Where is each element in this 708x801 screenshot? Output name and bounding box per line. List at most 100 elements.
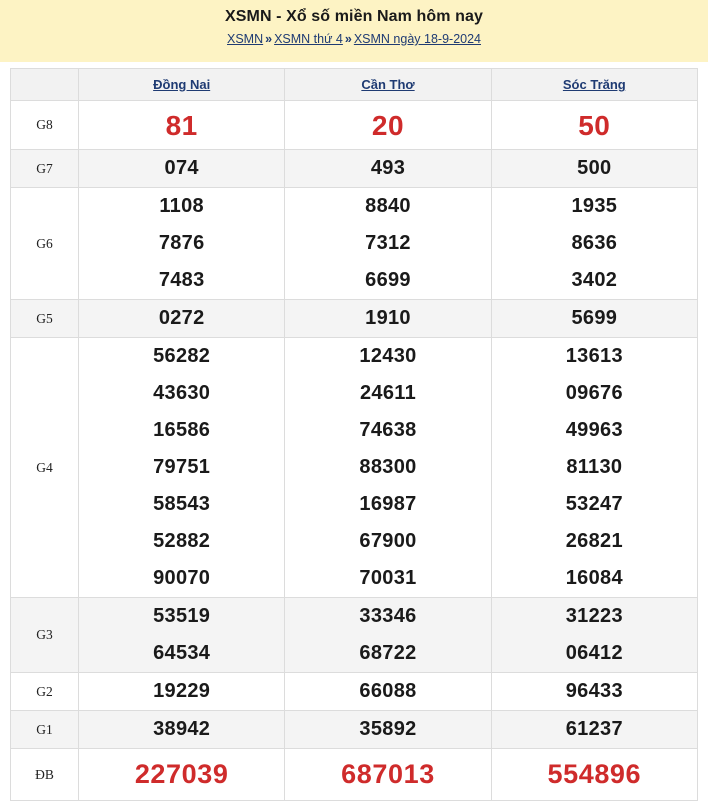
prize-number: 227039 bbox=[135, 756, 229, 793]
table-body: G8812050G7074493500G61108787674838840731… bbox=[11, 101, 698, 801]
prize-value-đb-soc-trang: 554896 bbox=[491, 749, 697, 801]
prize-number: 493 bbox=[371, 150, 405, 187]
province-header-can-tho[interactable]: Cần Thơ bbox=[285, 69, 491, 101]
prize-number: 33346 bbox=[359, 598, 416, 635]
prize-number: 1935 bbox=[571, 188, 617, 225]
prize-number: 31223 bbox=[566, 598, 623, 635]
prize-number: 554896 bbox=[547, 756, 641, 793]
prize-value-g5-dong-nai: 0272 bbox=[79, 300, 285, 338]
prize-number: 6699 bbox=[365, 262, 411, 299]
value-stack: 81 bbox=[79, 107, 284, 144]
table-row: G3535196453433346687223122306412 bbox=[11, 598, 698, 673]
prize-number: 06412 bbox=[566, 635, 623, 672]
prize-number: 19229 bbox=[153, 673, 210, 710]
province-link-soc-trang[interactable]: Sóc Trăng bbox=[563, 77, 626, 92]
prize-value-g3-can-tho: 3334668722 bbox=[285, 598, 491, 673]
prize-number: 88300 bbox=[359, 449, 416, 486]
value-stack: 50 bbox=[492, 107, 697, 144]
value-stack: 110878767483 bbox=[79, 188, 284, 299]
prize-number: 13613 bbox=[566, 338, 623, 375]
table-row: G456282436301658679751585435288290070124… bbox=[11, 338, 698, 598]
prize-value-g5-can-tho: 1910 bbox=[285, 300, 491, 338]
prize-number: 7312 bbox=[365, 225, 411, 262]
prize-number: 0272 bbox=[159, 300, 205, 337]
prize-number: 3402 bbox=[571, 262, 617, 299]
prize-label-g6: G6 bbox=[11, 188, 79, 300]
prize-value-g6-dong-nai: 110878767483 bbox=[79, 188, 285, 300]
lottery-results-section: Đồng Nai Cần Thơ Sóc Trăng G8812050G7074… bbox=[0, 68, 708, 801]
prize-number: 66088 bbox=[359, 673, 416, 710]
value-stack: 500 bbox=[492, 150, 697, 187]
prize-value-đb-can-tho: 687013 bbox=[285, 749, 491, 801]
breadcrumb-link-xsmn[interactable]: XSMN bbox=[227, 32, 263, 46]
prize-value-g7-can-tho: 493 bbox=[285, 150, 491, 188]
table-row: G2 19229 66088 96433 bbox=[11, 673, 698, 711]
prize-number: 38942 bbox=[153, 711, 210, 748]
prize-number: 81 bbox=[166, 107, 198, 144]
province-header-dong-nai[interactable]: Đồng Nai bbox=[79, 69, 285, 101]
prize-number: 49963 bbox=[566, 412, 623, 449]
value-stack: 19229 bbox=[79, 673, 284, 710]
value-stack: 3122306412 bbox=[492, 598, 697, 672]
prize-number: 687013 bbox=[341, 756, 435, 793]
page-header-band: XSMN - Xổ số miền Nam hôm nay XSMN»XSMN … bbox=[0, 0, 708, 62]
prize-label-g3: G3 bbox=[11, 598, 79, 673]
value-stack: 35892 bbox=[285, 711, 490, 748]
prize-value-g1-dong-nai: 38942 bbox=[79, 711, 285, 749]
value-stack: 227039 bbox=[79, 756, 284, 793]
prize-value-g7-dong-nai: 074 bbox=[79, 150, 285, 188]
prize-value-g4-can-tho: 12430246117463888300169876790070031 bbox=[285, 338, 491, 598]
prize-number: 61237 bbox=[566, 711, 623, 748]
prize-number: 43630 bbox=[153, 375, 210, 412]
prize-number: 52882 bbox=[153, 523, 210, 560]
prize-value-g3-soc-trang: 3122306412 bbox=[491, 598, 697, 673]
prize-number: 074 bbox=[165, 150, 199, 187]
prize-value-g8-dong-nai: 81 bbox=[79, 101, 285, 150]
breadcrumb-separator-1: » bbox=[263, 32, 274, 46]
value-stack: 193586363402 bbox=[492, 188, 697, 299]
prize-number: 64534 bbox=[153, 635, 210, 672]
prize-label-g2: G2 bbox=[11, 673, 79, 711]
breadcrumb-separator-2: » bbox=[343, 32, 354, 46]
breadcrumb-link-xsmn-thu-4[interactable]: XSMN thứ 4 bbox=[274, 32, 343, 46]
prize-number: 16586 bbox=[153, 412, 210, 449]
table-row: G1 38942 35892 61237 bbox=[11, 711, 698, 749]
table-row: G7074493500 bbox=[11, 150, 698, 188]
province-link-dong-nai[interactable]: Đồng Nai bbox=[153, 77, 210, 92]
prize-number: 68722 bbox=[359, 635, 416, 672]
page-title: XSMN - Xổ số miền Nam hôm nay bbox=[0, 6, 708, 28]
value-stack: 884073126699 bbox=[285, 188, 490, 299]
province-header-soc-trang[interactable]: Sóc Trăng bbox=[491, 69, 697, 101]
prize-column-header bbox=[11, 69, 79, 101]
value-stack: 12430246117463888300169876790070031 bbox=[285, 338, 490, 597]
value-stack: 554896 bbox=[492, 756, 697, 793]
prize-label-g5: G5 bbox=[11, 300, 79, 338]
value-stack: 5351964534 bbox=[79, 598, 284, 672]
prize-number: 16987 bbox=[359, 486, 416, 523]
prize-value-g2-can-tho: 66088 bbox=[285, 673, 491, 711]
prize-number: 35892 bbox=[359, 711, 416, 748]
breadcrumb-link-xsmn-date[interactable]: XSMN ngày 18-9-2024 bbox=[354, 32, 481, 46]
prize-value-g5-soc-trang: 5699 bbox=[491, 300, 697, 338]
prize-value-g2-dong-nai: 19229 bbox=[79, 673, 285, 711]
prize-number: 53247 bbox=[566, 486, 623, 523]
prize-number: 96433 bbox=[566, 673, 623, 710]
value-stack: 96433 bbox=[492, 673, 697, 710]
prize-number: 24611 bbox=[360, 375, 416, 412]
prize-value-g4-soc-trang: 13613096764996381130532472682116084 bbox=[491, 338, 697, 598]
prize-number: 81130 bbox=[566, 449, 622, 486]
table-row: G5 0272 19105699 bbox=[11, 300, 698, 338]
prize-number: 53519 bbox=[153, 598, 210, 635]
prize-value-g6-can-tho: 884073126699 bbox=[285, 188, 491, 300]
prize-number: 70031 bbox=[359, 560, 416, 597]
value-stack: 1910 bbox=[285, 300, 490, 337]
prize-number: 1108 bbox=[159, 188, 204, 225]
prize-number: 500 bbox=[577, 150, 611, 187]
value-stack: 13613096764996381130532472682116084 bbox=[492, 338, 697, 597]
province-link-can-tho[interactable]: Cần Thơ bbox=[361, 77, 414, 92]
table-row: ĐB227039687013554896 bbox=[11, 749, 698, 801]
table-header-row: Đồng Nai Cần Thơ Sóc Trăng bbox=[11, 69, 698, 101]
prize-label-g1: G1 bbox=[11, 711, 79, 749]
prize-value-g4-dong-nai: 56282436301658679751585435288290070 bbox=[79, 338, 285, 598]
value-stack: 61237 bbox=[492, 711, 697, 748]
